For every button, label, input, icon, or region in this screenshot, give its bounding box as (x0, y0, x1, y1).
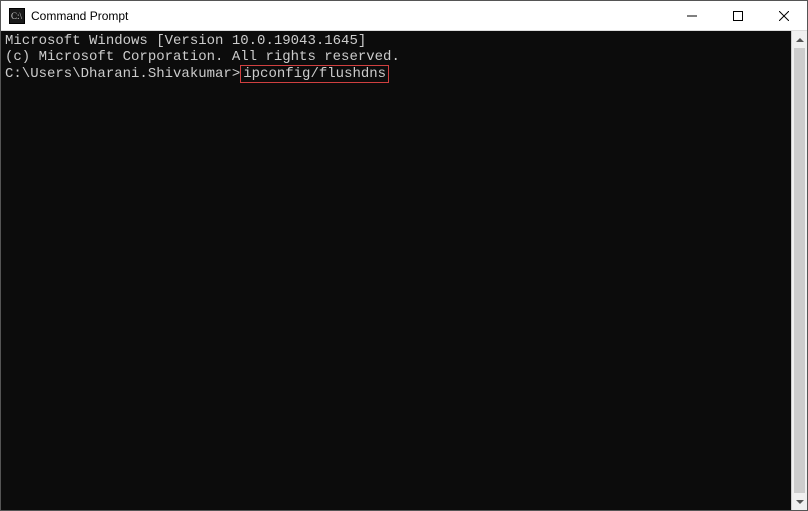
terminal-command: ipconfig/flushdns (243, 66, 386, 82)
vertical-scrollbar[interactable] (791, 31, 807, 510)
window-controls (669, 1, 807, 30)
maximize-button[interactable] (715, 1, 761, 30)
titlebar[interactable]: C:\ Command Prompt (1, 1, 807, 31)
scroll-thumb[interactable] (794, 48, 805, 493)
terminal-area: Microsoft Windows [Version 10.0.19043.16… (1, 31, 807, 510)
scroll-up-button[interactable] (792, 31, 807, 48)
svg-text:C:\: C:\ (11, 11, 23, 21)
minimize-button[interactable] (669, 1, 715, 30)
terminal-content[interactable]: Microsoft Windows [Version 10.0.19043.16… (1, 31, 791, 510)
terminal-line-copyright: (c) Microsoft Corporation. All rights re… (5, 49, 787, 65)
scroll-down-icon (796, 500, 804, 504)
window-title: Command Prompt (31, 9, 669, 23)
close-button[interactable] (761, 1, 807, 30)
terminal-prompt: C:\Users\Dharani.Shivakumar> (5, 66, 240, 82)
scroll-track[interactable] (792, 48, 807, 493)
terminal-line-version: Microsoft Windows [Version 10.0.19043.16… (5, 33, 787, 49)
close-icon (779, 11, 789, 21)
command-prompt-window: C:\ Command Prompt Micr (0, 0, 808, 511)
cmd-icon: C:\ (9, 8, 25, 24)
maximize-icon (733, 11, 743, 21)
terminal-prompt-line: C:\Users\Dharani.Shivakumar>ipconfig/flu… (5, 65, 787, 83)
minimize-icon (687, 11, 697, 21)
scroll-down-button[interactable] (792, 493, 807, 510)
scroll-up-icon (796, 38, 804, 42)
command-highlight: ipconfig/flushdns (240, 65, 389, 83)
